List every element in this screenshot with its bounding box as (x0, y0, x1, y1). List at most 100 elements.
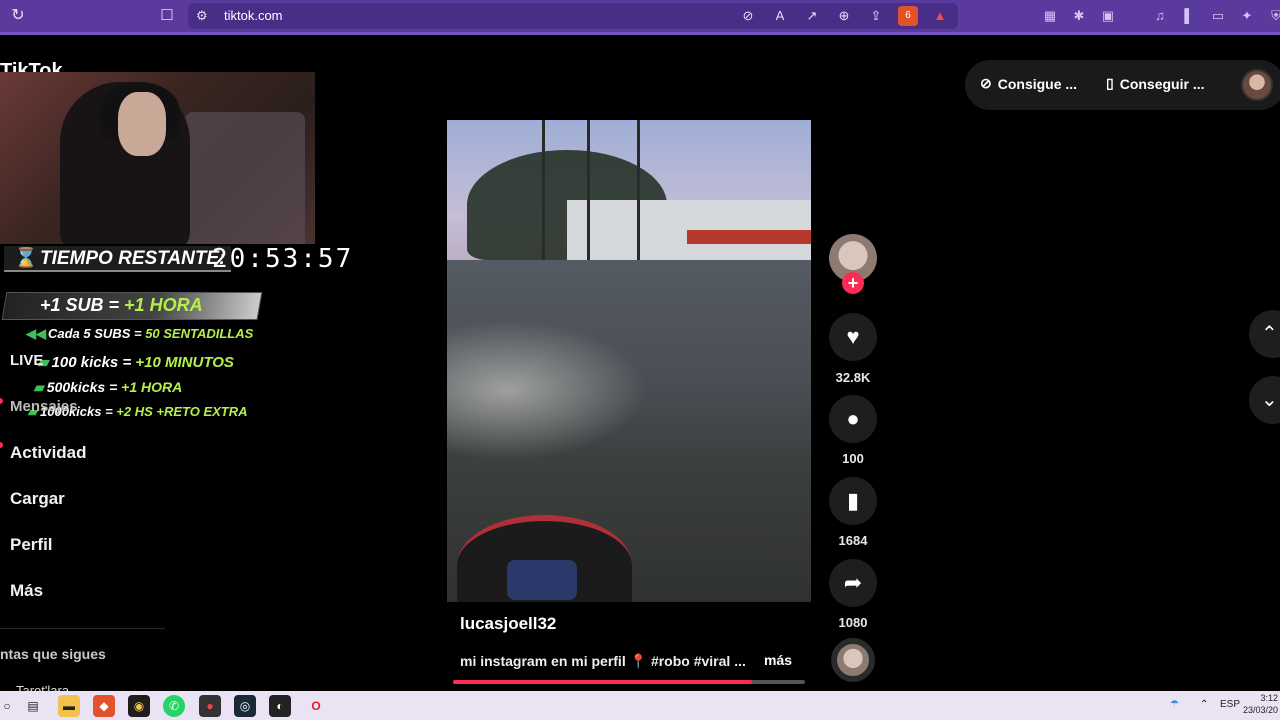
next-video-button[interactable]: ⌄ (1249, 376, 1280, 424)
sidebar-item-upload[interactable]: Cargar (10, 489, 65, 509)
video-player[interactable] (447, 120, 811, 602)
share-icon[interactable]: ⇪ (866, 6, 886, 26)
brave-browser-icon[interactable]: ◆ (93, 695, 115, 717)
get-app-label: Conseguir ... (1119, 75, 1205, 92)
phone-icon: ▯ (1106, 75, 1114, 91)
address-bar[interactable]: ⚙ tiktok.com ⊘ A ↗ ⊕ ⇪ 6 ▲ (188, 3, 958, 29)
brave-shield-icon[interactable]: 6 (898, 6, 918, 26)
pin-icon: 📍 (629, 653, 648, 669)
user-avatar[interactable] (1241, 69, 1273, 101)
sidebar-item-activity[interactable]: Actividad (10, 443, 87, 463)
task-view-icon[interactable]: ▤ (22, 695, 44, 717)
video-building-sign (687, 230, 811, 244)
site-settings-icon[interactable]: ⚙ (196, 7, 212, 25)
caption-more-button[interactable]: más (764, 652, 792, 668)
obs-icon[interactable]: ◐ (269, 695, 291, 717)
system-clock[interactable]: 3:12 23/03/20 (1238, 692, 1278, 716)
tray-chevron-icon[interactable]: ⌃ (1200, 699, 1208, 710)
reload-icon[interactable]: ↻ (8, 6, 28, 26)
comment-count: 100 (842, 451, 864, 466)
sidebar-item-profile[interactable]: Perfil (10, 535, 53, 555)
sub-rule-b: +1 HORA (124, 295, 203, 315)
rule-500-kicks: ▰ 500kicks = +1 HORA (34, 379, 182, 396)
hourglass-icon: ⌛ (14, 248, 38, 269)
weather-icon[interactable]: ☂ (1170, 699, 1179, 710)
browser-toolbar: ↻ ☐ ⚙ tiktok.com ⊘ A ↗ ⊕ ⇪ 6 ▲ ▦ ✱ ▣ ♫ ▌… (0, 0, 1280, 32)
bookmark-icon: ▮ (846, 488, 860, 513)
video-progress-fill (453, 680, 753, 684)
open-external-icon[interactable]: ↗ (802, 6, 822, 26)
video-dashboard (507, 560, 577, 600)
video-headlight (447, 320, 647, 460)
chevron-down-icon: ⌄ (1261, 389, 1278, 411)
get-coins-button[interactable]: ⊘ Consigue ... (980, 75, 1077, 92)
rule-a: Cada 5 SUBS = (48, 326, 146, 341)
clock-date: 23/03/20 (1242, 705, 1278, 715)
caption-text: mi instagram en mi perfil (460, 653, 626, 669)
search-icon[interactable]: ○ (0, 695, 18, 717)
video-author[interactable]: lucasjoell32 (460, 614, 556, 634)
save-count: 1684 (838, 533, 868, 548)
sidebar-item-more[interactable]: Más (10, 581, 43, 601)
browser-divider (0, 32, 1280, 35)
countdown-timer: ⌛ TIEMPO RESTANTE: 20:53:57 (0, 244, 351, 274)
heart-icon: ♥ (846, 324, 860, 349)
language-indicator[interactable]: ESP (1220, 699, 1240, 710)
url-text[interactable]: tiktok.com (224, 8, 283, 23)
rule-b: 50 SENTADILLAS (145, 326, 254, 341)
windows-taskbar: ○ ▤ ▬ ◆ ◉ ✆ ● ◎ ◐ O ☂ ⌃ ESP (0, 691, 1280, 720)
address-bar-actions: ⊘ A ↗ ⊕ ⇪ 6 ▲ (738, 6, 950, 26)
clock-time: 3:12 (1260, 693, 1278, 703)
sidebar-toggle-icon[interactable]: ▌ (1179, 6, 1199, 26)
timer-label: ⌛ TIEMPO RESTANTE: (4, 246, 232, 272)
comment-button[interactable]: ● (829, 395, 877, 443)
following-accounts-title: ntas que sigues (0, 646, 106, 662)
extensions-bar: ▦ ✱ ▣ ♫ ▌ ▭ ✦ ⛨ (1040, 6, 1280, 26)
sub-rule-a: +1 SUB = (40, 295, 125, 315)
vpn-shield-icon[interactable]: ⛨ (1266, 6, 1280, 26)
opera-icon[interactable]: O (305, 695, 327, 717)
rule-b: +10 MINUTOS (135, 354, 234, 371)
leo-ai-icon[interactable]: ✦ (1237, 6, 1257, 26)
brave-rewards-icon[interactable]: ▲ (930, 6, 950, 26)
cash-icon: ▰ (34, 379, 45, 395)
puzzle-icon[interactable]: ✱ (1069, 6, 1089, 26)
music-icon[interactable]: ♫ (1150, 6, 1170, 26)
webcam-overlay (0, 72, 315, 244)
sidebar-divider (0, 628, 165, 629)
notification-dot (0, 442, 3, 448)
save-button[interactable]: ▮ (829, 477, 877, 525)
sound-disc[interactable] (831, 638, 875, 682)
sidebar-item-messages[interactable]: Mensajes (10, 398, 78, 415)
translate-extension-icon[interactable]: ▦ (1040, 6, 1060, 26)
zoom-icon[interactable]: ⊕ (834, 6, 854, 26)
video-caption: mi instagram en mi perfil 📍 #robo #viral… (460, 653, 746, 670)
share-button[interactable]: ➦ (829, 559, 877, 607)
whatsapp-icon[interactable]: ✆ (163, 695, 185, 717)
webcam-face (118, 92, 166, 156)
caption-hashtags[interactable]: #robo #viral ... (651, 653, 746, 669)
translate-icon[interactable]: A (770, 6, 790, 26)
like-button[interactable]: ♥ (829, 313, 877, 361)
rule-squats: ◀◀ Cada 5 SUBS = 50 SENTADILLAS (26, 326, 253, 342)
bookmark-icon[interactable]: ☐ (158, 6, 176, 26)
follow-plus-button[interactable]: + (842, 272, 864, 294)
app-icon[interactable]: ◉ (128, 695, 150, 717)
game-app-icon[interactable]: ● (199, 695, 221, 717)
share-arrow-icon: ➦ (843, 570, 863, 595)
screenshot-icon[interactable]: ▣ (1098, 6, 1118, 26)
rule-a: 500kicks = (46, 379, 122, 395)
previous-video-button[interactable]: ⌃ (1249, 310, 1280, 358)
file-explorer-icon[interactable]: ▬ (58, 695, 80, 717)
wallet-icon[interactable]: ▭ (1208, 6, 1228, 26)
like-count: 32.8K (835, 370, 871, 385)
video-progress-bar[interactable] (453, 680, 805, 684)
get-coins-label: Consigue ... (997, 75, 1078, 92)
megaphone-icon: ◀◀ (26, 326, 46, 341)
no-tracking-icon[interactable]: ⊘ (738, 6, 758, 26)
sidebar-item-live[interactable]: LIVE (10, 352, 43, 369)
rule-b: +1 HORA (121, 379, 183, 395)
get-app-button[interactable]: ▯ Conseguir ... (1106, 75, 1205, 92)
steam-icon[interactable]: ◎ (234, 695, 256, 717)
